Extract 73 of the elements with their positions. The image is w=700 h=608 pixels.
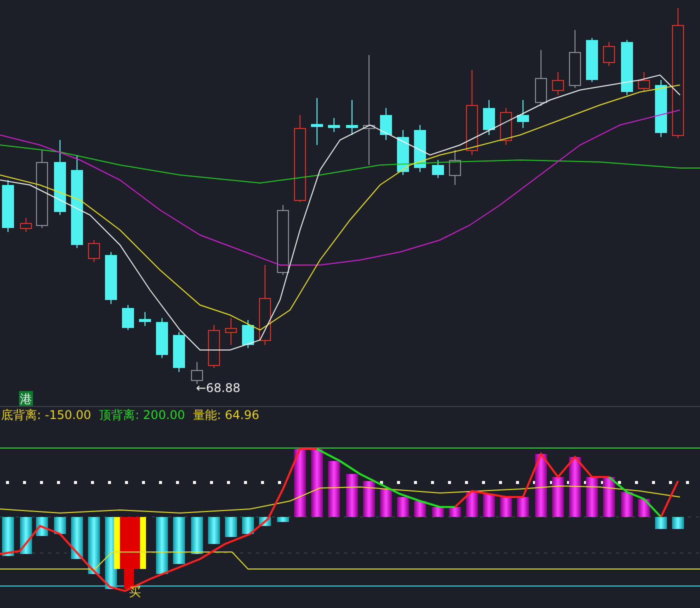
candlestick (277, 204, 289, 276)
candlestick (122, 304, 134, 330)
legend-item: 量能: 64.96 (193, 407, 260, 424)
histogram-bar (586, 477, 598, 517)
histogram-bar (294, 449, 306, 517)
histogram-bar (277, 517, 289, 522)
histogram-bar (328, 461, 340, 517)
candlestick (139, 312, 151, 326)
candlestick (2, 180, 14, 232)
candlestick (569, 30, 581, 88)
histogram-bar (2, 517, 14, 556)
histogram-bar (449, 507, 461, 517)
candlestick (105, 252, 117, 304)
candlestick (328, 118, 340, 132)
histogram-bar (20, 517, 32, 554)
candlestick (242, 320, 254, 348)
low-price-label: ←68.88 (196, 381, 240, 395)
histogram-bar (173, 517, 185, 564)
market-badge: 港 (19, 391, 33, 406)
histogram-bar (569, 457, 581, 517)
candlestick (88, 240, 100, 262)
candlestick (432, 160, 444, 178)
histogram-bar (363, 481, 375, 517)
candlestick (483, 100, 495, 136)
histogram-bar (225, 517, 237, 537)
histogram-bar (208, 517, 220, 544)
candlestick (638, 72, 650, 92)
histogram-bar (638, 499, 650, 517)
histogram-bar (380, 489, 392, 517)
candlestick (414, 124, 426, 172)
candlestick (449, 150, 461, 186)
histogram-bar (397, 497, 409, 517)
candlestick (208, 324, 220, 368)
legend-item: 底背离: -150.00 (1, 407, 92, 424)
histogram-bar (552, 477, 564, 517)
histogram-bar (346, 474, 358, 517)
histogram-bar (191, 517, 203, 554)
histogram-bar (432, 507, 444, 517)
candlestick (191, 362, 203, 384)
histogram-bar (242, 517, 254, 534)
candlestick (311, 98, 323, 146)
candlestick (552, 72, 564, 96)
candlestick (603, 42, 615, 66)
histogram-bar (517, 497, 529, 517)
histogram-bar (466, 491, 478, 517)
candlestick (500, 108, 512, 146)
histogram-bar (88, 517, 100, 574)
candlestick (346, 100, 358, 136)
histogram-bar (54, 517, 66, 534)
buy-signal-label: 买 (129, 585, 141, 599)
histogram-bar (156, 517, 168, 574)
legend-item: 顶背离: 200.00 (99, 407, 186, 424)
histogram-bar (311, 449, 323, 517)
histogram-bar (414, 501, 426, 517)
histogram-bar (672, 517, 684, 529)
candlestick (586, 38, 598, 82)
candlestick (397, 130, 409, 176)
candlestick (156, 318, 168, 358)
histogram-bar (71, 517, 83, 559)
histogram-bar (483, 494, 495, 517)
candlestick (535, 50, 547, 106)
histogram-bar (535, 454, 547, 517)
candlestick (517, 100, 529, 128)
histogram-bar (655, 517, 667, 529)
candlestick (225, 318, 237, 346)
candlestick (621, 40, 633, 96)
histogram-bar (621, 492, 633, 517)
candlestick (655, 80, 667, 138)
histogram-bar (603, 477, 615, 517)
histogram-bar (500, 497, 512, 517)
candlestick (173, 332, 185, 372)
candlestick (380, 108, 392, 140)
candlestick (20, 218, 32, 232)
